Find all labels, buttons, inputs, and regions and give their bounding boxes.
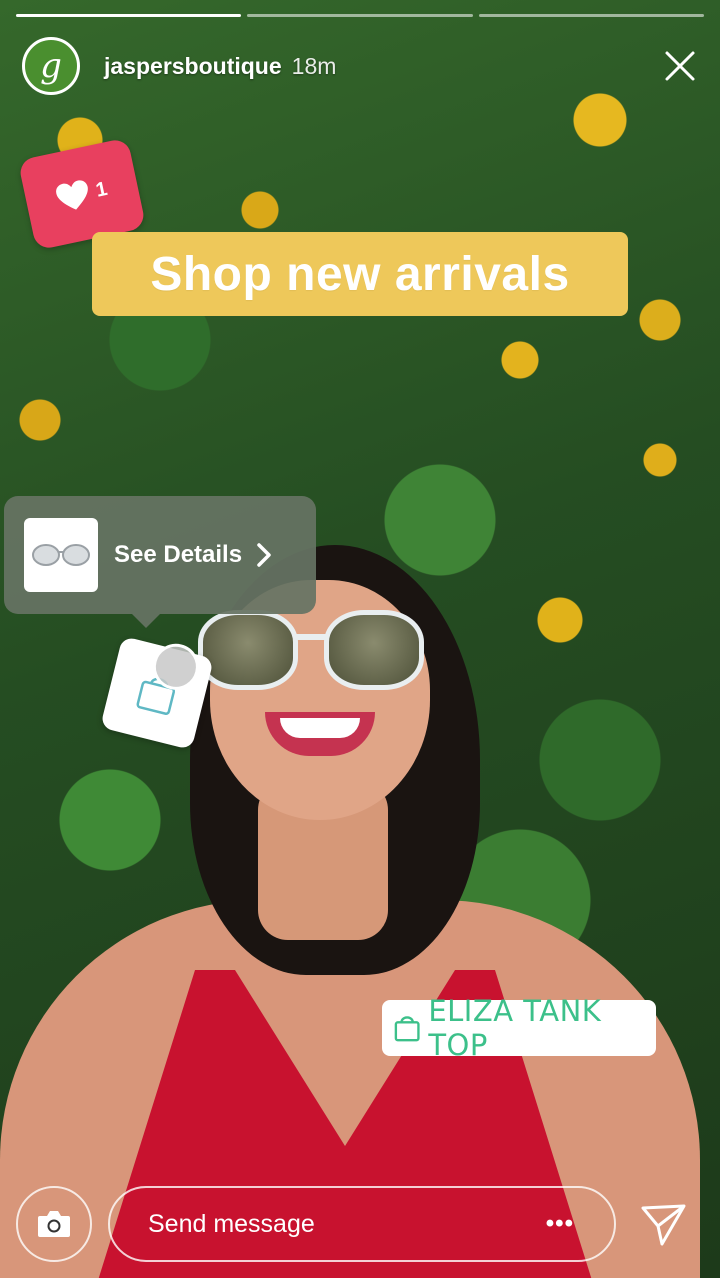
camera-icon [38,1211,70,1237]
avatar[interactable]: g [22,37,80,95]
username[interactable]: jaspersboutique [104,53,282,80]
message-field[interactable]: ••• [108,1186,616,1262]
message-input[interactable] [146,1208,510,1240]
chevron-right-icon [257,543,271,567]
product-sticker[interactable]: ELIZA TANK TOP [382,994,656,1062]
person-teeth [280,718,360,738]
sunglasses-left-lens [198,610,298,690]
close-icon[interactable] [660,46,700,86]
send-icon[interactable] [638,1200,688,1250]
progress-segment [16,14,242,17]
post-time: 18m [291,52,337,79]
camera-button[interactable] [16,1186,92,1262]
promo-text: Shop new arrivals [150,247,570,301]
like-count: 1 [93,177,110,202]
sunglasses-bridge [294,634,328,640]
product-card[interactable]: See Details [4,496,316,628]
heart-icon [56,180,89,210]
product-name: ELIZA TANK TOP [428,994,602,1062]
see-details-link: See Details [114,541,243,568]
more-options-button[interactable]: ••• [546,1210,574,1238]
avatar-letter: g [40,46,62,86]
story-progress [16,14,704,17]
progress-segment [247,14,473,17]
sunglasses-icon [32,544,90,566]
promo-text-sticker: Shop new arrivals [92,232,628,316]
product-thumbnail [24,518,98,592]
progress-segment [478,14,704,17]
sunglasses [198,604,424,694]
sunglasses-right-lens [324,610,424,690]
shopping-bag-icon [394,1016,420,1042]
story-footer: ••• [0,1186,720,1262]
story-header: g jaspersboutique 18m [22,36,700,96]
